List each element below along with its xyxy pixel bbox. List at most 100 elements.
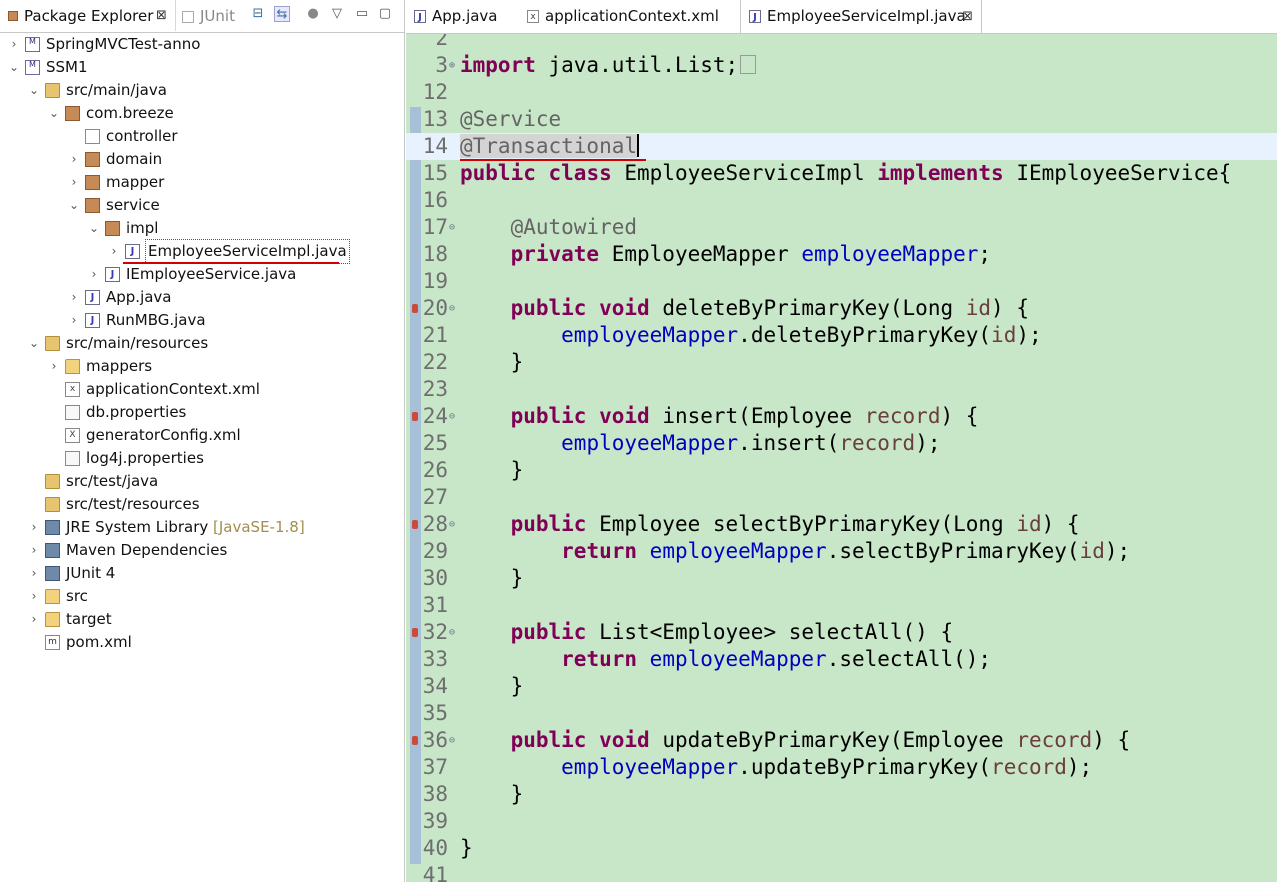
tree-item[interactable]: controller bbox=[0, 125, 404, 148]
chevron-right-icon[interactable]: › bbox=[8, 33, 20, 56]
tree-item[interactable]: x applicationContext.xml bbox=[0, 378, 404, 401]
chevron-right-icon[interactable] bbox=[68, 125, 80, 148]
close-icon[interactable]: ⊠ bbox=[962, 0, 973, 33]
tree-item[interactable]: › JRE System Library [JavaSE-1.8] bbox=[0, 516, 404, 539]
code-line[interactable]: 22 } bbox=[406, 349, 1277, 376]
code-line[interactable]: 2 bbox=[406, 34, 1277, 52]
code-line[interactable]: 40} bbox=[406, 835, 1277, 862]
tree-item[interactable]: ⌄ impl bbox=[0, 217, 404, 240]
tree-item[interactable]: src/test/resources bbox=[0, 493, 404, 516]
view-menu-icon[interactable]: ▽ bbox=[329, 6, 345, 22]
code-line[interactable]: 29 return employeeMapper.selectByPrimary… bbox=[406, 538, 1277, 565]
tree-item[interactable]: ⌄ src/main/resources bbox=[0, 332, 404, 355]
chevron-right-icon[interactable] bbox=[28, 493, 40, 516]
override-marker-icon[interactable] bbox=[412, 736, 418, 745]
tree-item[interactable]: ⌄ com.breeze bbox=[0, 102, 404, 125]
chevron-right-icon[interactable]: › bbox=[28, 539, 40, 562]
collapse-fold-icon[interactable]: ⊖ bbox=[449, 295, 455, 322]
override-marker-icon[interactable] bbox=[412, 520, 418, 529]
folded-imports-icon[interactable] bbox=[740, 55, 757, 74]
tab-applicationcontext-xml[interactable]: x applicationContext.xml bbox=[519, 0, 729, 32]
code-line[interactable]: 3 ⊕ import java.util.List; bbox=[406, 52, 1277, 79]
chevron-right-icon[interactable]: › bbox=[28, 562, 40, 585]
close-icon[interactable]: ⊠ bbox=[156, 0, 167, 32]
code-line[interactable]: 27 bbox=[406, 484, 1277, 511]
tree-item[interactable]: › J EmployeeServiceImpl.java bbox=[0, 239, 404, 264]
tab-app-java[interactable]: J App.java bbox=[406, 0, 518, 32]
code-line[interactable]: 34 } bbox=[406, 673, 1277, 700]
override-marker-icon[interactable] bbox=[412, 412, 418, 421]
code-line[interactable]: 33 return employeeMapper.selectAll(); bbox=[406, 646, 1277, 673]
code-editor[interactable]: 2 3 ⊕ import java.util.List; 12 13 @Service 14 @… bbox=[406, 34, 1277, 882]
code-line[interactable]: 17 ⊖ @Autowired bbox=[406, 214, 1277, 241]
code-line[interactable]: 16 bbox=[406, 187, 1277, 214]
code-line[interactable]: 18 private EmployeeMapper employeeMapper… bbox=[406, 241, 1277, 268]
chevron-down-icon[interactable]: ⌄ bbox=[68, 194, 80, 217]
tree-item[interactable]: log4j.properties bbox=[0, 447, 404, 470]
link-with-editor-icon[interactable]: ⇆ bbox=[274, 6, 290, 22]
override-marker-icon[interactable] bbox=[412, 304, 418, 313]
chevron-right-icon[interactable] bbox=[48, 424, 60, 447]
tab-employeeserviceimpl-java[interactable]: J EmployeeServiceImpl.java ⊠ bbox=[740, 0, 982, 33]
code-line[interactable]: 14 @Transactional bbox=[406, 133, 1277, 160]
tree-item[interactable]: › M SpringMVCTest-anno bbox=[0, 33, 404, 56]
tree-item[interactable]: › J App.java bbox=[0, 286, 404, 309]
tree-item[interactable]: › JUnit 4 bbox=[0, 562, 404, 585]
focus-active-task-icon[interactable]: ● bbox=[305, 6, 321, 22]
chevron-right-icon[interactable]: › bbox=[68, 148, 80, 171]
tree-item[interactable]: › domain bbox=[0, 148, 404, 171]
chevron-down-icon[interactable]: ⌄ bbox=[48, 102, 60, 125]
tab-package-explorer[interactable]: Package Explorer ⊠ bbox=[0, 0, 176, 31]
expand-fold-icon[interactable]: ⊕ bbox=[449, 52, 455, 79]
tree-item[interactable]: › src bbox=[0, 585, 404, 608]
tree-item[interactable]: › J RunMBG.java bbox=[0, 309, 404, 332]
collapse-fold-icon[interactable]: ⊖ bbox=[449, 403, 455, 430]
code-line[interactable]: 15 public class EmployeeServiceImpl imple… bbox=[406, 160, 1277, 187]
chevron-right-icon[interactable]: › bbox=[68, 309, 80, 332]
minimize-icon[interactable]: ▭ bbox=[354, 6, 370, 22]
collapse-fold-icon[interactable]: ⊖ bbox=[449, 214, 455, 241]
maximize-icon[interactable]: ▢ bbox=[377, 6, 393, 22]
tree-item[interactable]: m pom.xml bbox=[0, 631, 404, 654]
code-line[interactable]: 37 employeeMapper.updateByPrimaryKey(rec… bbox=[406, 754, 1277, 781]
tree-item[interactable]: src/test/java bbox=[0, 470, 404, 493]
code-line[interactable]: 13 @Service bbox=[406, 106, 1277, 133]
tree-item[interactable]: › target bbox=[0, 608, 404, 631]
code-line[interactable]: 26 } bbox=[406, 457, 1277, 484]
code-line[interactable]: 31 bbox=[406, 592, 1277, 619]
chevron-right-icon[interactable]: › bbox=[88, 263, 100, 286]
chevron-right-icon[interactable]: › bbox=[28, 608, 40, 631]
code-line[interactable]: 28 ⊖ public Employee selectByPrimaryKey(L… bbox=[406, 511, 1277, 538]
chevron-right-icon[interactable] bbox=[28, 470, 40, 493]
code-line[interactable]: 41 bbox=[406, 862, 1277, 882]
code-line[interactable]: 32 ⊖ public List<Employee> selectAll() { bbox=[406, 619, 1277, 646]
chevron-down-icon[interactable]: ⌄ bbox=[8, 56, 20, 79]
chevron-right-icon[interactable]: › bbox=[68, 171, 80, 194]
collapse-fold-icon[interactable]: ⊖ bbox=[449, 619, 455, 646]
chevron-right-icon[interactable] bbox=[48, 378, 60, 401]
tree-item[interactable]: › mappers bbox=[0, 355, 404, 378]
chevron-right-icon[interactable]: › bbox=[48, 355, 60, 378]
code-line[interactable]: 19 bbox=[406, 268, 1277, 295]
collapse-all-icon[interactable]: ⊟ bbox=[250, 6, 266, 22]
tree-item[interactable]: XgeneratorConfig.xml bbox=[0, 424, 404, 447]
chevron-right-icon[interactable]: › bbox=[28, 516, 40, 539]
code-line[interactable]: 39 bbox=[406, 808, 1277, 835]
code-line[interactable]: 21 employeeMapper.deleteByPrimaryKey(id)… bbox=[406, 322, 1277, 349]
code-line[interactable]: 36 ⊖ public void updateByPrimaryKey(Emplo… bbox=[406, 727, 1277, 754]
code-line[interactable]: 35 bbox=[406, 700, 1277, 727]
chevron-right-icon[interactable]: › bbox=[28, 585, 40, 608]
code-line[interactable]: 25 employeeMapper.insert(record); bbox=[406, 430, 1277, 457]
override-marker-icon[interactable] bbox=[412, 628, 418, 637]
code-line[interactable]: 20 ⊖ public void deleteByPrimaryKey(Long … bbox=[406, 295, 1277, 322]
code-line[interactable]: 30 } bbox=[406, 565, 1277, 592]
code-line[interactable]: 24 ⊖ public void insert(Employee record) … bbox=[406, 403, 1277, 430]
chevron-right-icon[interactable] bbox=[28, 631, 40, 654]
tree-item[interactable]: ⌄ service bbox=[0, 194, 404, 217]
tree-item[interactable]: › Maven Dependencies bbox=[0, 539, 404, 562]
chevron-down-icon[interactable]: ⌄ bbox=[28, 79, 40, 102]
code-line[interactable]: 12 bbox=[406, 79, 1277, 106]
collapse-fold-icon[interactable]: ⊖ bbox=[449, 727, 455, 754]
chevron-right-icon[interactable] bbox=[48, 401, 60, 424]
chevron-right-icon[interactable] bbox=[48, 447, 60, 470]
